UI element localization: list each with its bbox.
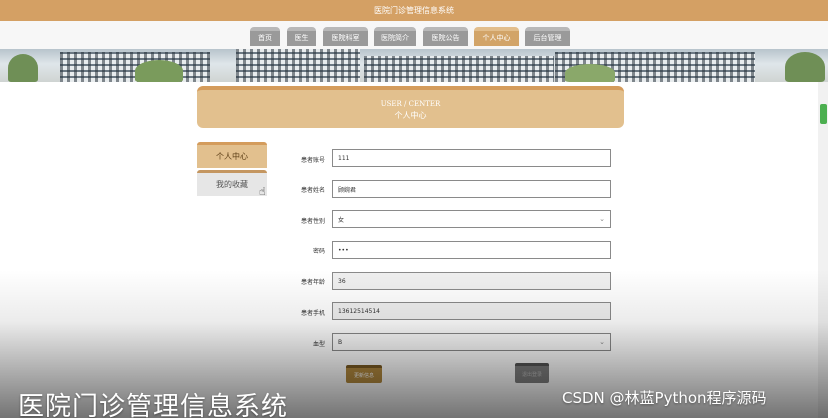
nav-user-center[interactable]: 个人中心 bbox=[474, 27, 519, 46]
gender-select[interactable]: 女 ⌄ bbox=[332, 210, 611, 228]
user-center-header: USER / CENTER 个人中心 bbox=[197, 86, 624, 128]
main-nav: 首页 医生 医院科室 医院简介 医院公告 个人中心 后台管理 bbox=[0, 21, 828, 49]
label-password: 密码 bbox=[312, 248, 325, 255]
nav-announcements[interactable]: 医院公告 bbox=[423, 27, 468, 46]
label-account: 患者账号 bbox=[300, 157, 325, 164]
logout-button[interactable]: 退出登录 bbox=[515, 363, 549, 383]
age-field: 36 bbox=[332, 272, 611, 290]
nav-doctors[interactable]: 医生 bbox=[287, 27, 316, 46]
blood-type-select[interactable]: B ⌄ bbox=[332, 333, 611, 351]
app-title: 医院门诊管理信息系统 bbox=[374, 6, 454, 15]
label-age: 患者年龄 bbox=[300, 279, 325, 286]
watermark-csdn: CSDN @林蓝Python程序源码 bbox=[562, 389, 767, 407]
label-name: 患者姓名 bbox=[300, 187, 325, 194]
password-value: ••• bbox=[338, 246, 349, 254]
nav-departments[interactable]: 医院科室 bbox=[323, 27, 368, 46]
scrollbar-thumb[interactable] bbox=[820, 104, 827, 124]
name-field[interactable]: 顾婉君 bbox=[332, 180, 611, 198]
age-value: 36 bbox=[338, 277, 346, 285]
account-value: 111 bbox=[338, 154, 350, 162]
scrollbar-track[interactable] bbox=[818, 82, 828, 418]
label-gender: 患者性别 bbox=[300, 218, 325, 225]
chevron-down-icon: ⌄ bbox=[599, 215, 605, 223]
hand-cursor-icon: ☝ bbox=[259, 185, 266, 198]
password-field[interactable]: ••• bbox=[332, 241, 611, 259]
blood-type-value: B bbox=[338, 338, 343, 346]
sidebar-item-favorites[interactable]: 我的收藏 bbox=[197, 170, 267, 196]
header-title-en: USER / CENTER bbox=[380, 100, 441, 108]
chevron-down-icon: ⌄ bbox=[599, 338, 605, 346]
header-title-cn: 个人中心 bbox=[394, 111, 427, 120]
account-field[interactable]: 111 bbox=[332, 149, 611, 167]
gender-value: 女 bbox=[338, 216, 345, 224]
name-value: 顾婉君 bbox=[338, 186, 357, 194]
banner-image bbox=[0, 49, 828, 82]
sidebar-item-user-center[interactable]: 个人中心 bbox=[197, 142, 267, 168]
update-info-button[interactable]: 更新信息 bbox=[346, 365, 382, 383]
phone-value: 13612514514 bbox=[338, 307, 380, 315]
watermark-title: 医院门诊管理信息系统 bbox=[18, 392, 289, 418]
nav-hospital-intro[interactable]: 医院简介 bbox=[374, 27, 416, 46]
label-blood-type: 血型 bbox=[312, 341, 325, 348]
label-phone: 患者手机 bbox=[300, 310, 325, 317]
app-title-bar: 医院门诊管理信息系统 bbox=[0, 0, 828, 21]
phone-field: 13612514514 bbox=[332, 302, 611, 320]
nav-home[interactable]: 首页 bbox=[250, 27, 280, 46]
nav-admin[interactable]: 后台管理 bbox=[525, 27, 570, 46]
